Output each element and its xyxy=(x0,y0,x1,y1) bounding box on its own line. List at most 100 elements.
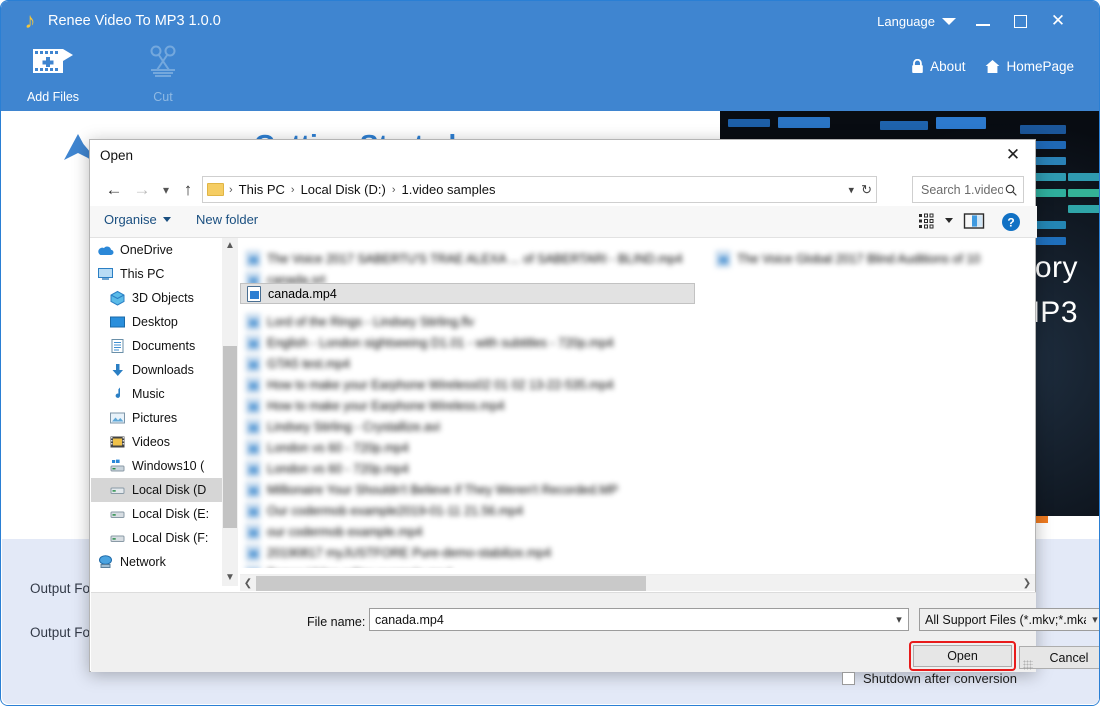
nav-label: Documents xyxy=(132,339,195,353)
chevron-down-icon[interactable]: ▾ xyxy=(848,183,854,196)
open-button-highlight: Open xyxy=(909,641,1016,671)
scroll-up-icon[interactable]: ▲ xyxy=(222,238,238,254)
file-name: canada.mp4 xyxy=(268,287,337,301)
nav-item-local-disk-f[interactable]: Local Disk (F: xyxy=(91,526,222,550)
nav-scrollbar-thumb[interactable] xyxy=(223,346,237,528)
file-type-filter-dropdown[interactable]: All Support Files (*.mkv;*.mka; ▾ xyxy=(919,608,1100,631)
file-name: Millionaire Your Shouldn't Believe if Th… xyxy=(267,483,618,497)
nav-item-desktop[interactable]: Desktop xyxy=(91,310,222,334)
language-selector[interactable]: Language xyxy=(877,9,956,33)
list-item[interactable]: Renee Video editor example.mp4 xyxy=(240,563,1035,568)
arrow-left-icon[interactable]: ← xyxy=(102,178,126,202)
close-icon: ✕ xyxy=(1051,11,1065,30)
nav-item-network[interactable]: Network xyxy=(91,550,222,574)
horizontal-scrollbar-thumb[interactable] xyxy=(256,576,646,591)
chevron-down-icon[interactable]: ▾ xyxy=(1086,613,1100,626)
list-item[interactable]: Our codermob example2019-01-11 21.56.mp4 xyxy=(240,500,1035,521)
shutdown-after-conversion-row[interactable]: Shutdown after conversion xyxy=(842,671,1017,686)
list-item[interactable]: Millionaire Your Shouldn't Believe if Th… xyxy=(240,479,1035,500)
maximize-button[interactable] xyxy=(1007,9,1033,33)
title-row: ♪ Renee Video To MP3 1.0.0 Language ✕ xyxy=(1,1,1100,41)
nav-label: This PC xyxy=(120,267,164,281)
app-titlebar: ♪ Renee Video To MP3 1.0.0 Language ✕ xyxy=(1,1,1100,111)
cut-button[interactable]: Cut xyxy=(115,43,211,104)
new-folder-button[interactable]: New folder xyxy=(196,212,258,227)
list-item[interactable]: London vs 60 - 720p.mp4 xyxy=(240,458,1035,479)
search-input[interactable] xyxy=(919,182,1005,198)
onedrive-icon xyxy=(97,242,114,258)
list-item[interactable]: GTA5 test.mp4 xyxy=(240,353,1035,374)
add-files-button[interactable]: Add Files xyxy=(5,43,101,104)
file-icon xyxy=(246,440,260,456)
downloads-icon xyxy=(109,362,126,378)
nav-item-local-disk-d[interactable]: Local Disk (D xyxy=(91,478,222,502)
search-box[interactable] xyxy=(912,176,1024,203)
list-item[interactable]: How to make your Earphone Wireless02 01 … xyxy=(240,374,1035,395)
nav-item-onedrive[interactable]: OneDrive xyxy=(91,238,222,262)
file-name: How to make your Earphone Wireless.mp4 xyxy=(267,399,505,413)
nav-item-documents[interactable]: Documents xyxy=(91,334,222,358)
file-list-horizontal-scrollbar[interactable]: ❮ ❯ xyxy=(240,574,1035,591)
app-window: ♪ Renee Video To MP3 1.0.0 Language ✕ xyxy=(0,0,1100,706)
scroll-down-icon[interactable]: ▼ xyxy=(222,570,238,586)
file-list[interactable]: The Voice 2017 SABERTU'S TRAE ALEXA ... … xyxy=(240,238,1035,568)
navigation-pane[interactable]: OneDrive This PC 3D Objects Desktop xyxy=(91,238,222,586)
about-link[interactable]: About xyxy=(911,59,965,74)
list-item[interactable]: English - London sightseeing D1.01 - wit… xyxy=(240,332,1035,353)
breadcrumb-item-video-samples[interactable]: 1.video samples xyxy=(399,182,499,197)
refresh-icon[interactable]: ↻ xyxy=(861,182,872,198)
nav-item-local-disk-e[interactable]: Local Disk (E: xyxy=(91,502,222,526)
file-icon xyxy=(246,545,260,561)
list-item[interactable]: How to make your Earphone Wireless.mp4 xyxy=(240,395,1035,416)
organise-button[interactable]: Organise xyxy=(104,212,171,227)
scroll-right-icon[interactable]: ❯ xyxy=(1019,575,1035,592)
breadcrumb-item-local-disk-d[interactable]: Local Disk (D:) xyxy=(298,182,389,197)
file-icon xyxy=(246,335,260,351)
nav-item-pictures[interactable]: Pictures xyxy=(91,406,222,430)
close-button[interactable]: ✕ xyxy=(1045,9,1071,33)
nav-label: Windows10 ( xyxy=(132,459,204,473)
file-name: The Voice 2017 SABERTU'S TRAE ALEXA ... … xyxy=(267,252,683,266)
nav-item-videos[interactable]: Videos xyxy=(91,430,222,454)
help-icon[interactable]: ? xyxy=(1001,212,1021,232)
resize-grip[interactable] xyxy=(1023,660,1033,670)
file-name: GTA5 test.mp4 xyxy=(267,357,350,371)
nav-pane-scrollbar[interactable]: ▲ ▼ xyxy=(222,238,238,586)
chevron-down-icon[interactable]: ▾ xyxy=(890,613,908,626)
shutdown-checkbox[interactable] xyxy=(842,672,855,685)
open-button[interactable]: Open xyxy=(913,645,1012,667)
nav-item-windows10[interactable]: Windows10 ( xyxy=(91,454,222,478)
arrow-right-icon[interactable]: → xyxy=(130,178,154,202)
nav-item-3d-objects[interactable]: 3D Objects xyxy=(91,286,222,310)
list-item[interactable]: London vs 60 - 720p.mp4 xyxy=(240,437,1035,458)
chevron-down-icon[interactable]: ▾ xyxy=(154,178,178,202)
list-item[interactable]: Lord of the Rings - Lindsey Stirling.flv xyxy=(240,311,1035,332)
app-links: About HomePage xyxy=(911,59,1074,74)
preview-pane-icon[interactable] xyxy=(963,211,985,231)
lock-icon xyxy=(911,59,924,74)
documents-icon xyxy=(109,338,126,354)
file-name: English - London sightseeing D1.01 - wit… xyxy=(267,336,614,350)
file-name-combobox[interactable]: ▾ xyxy=(369,608,909,631)
breadcrumb-item-this-pc[interactable]: This PC xyxy=(236,182,288,197)
arrow-up-icon[interactable]: ↑ xyxy=(176,178,200,202)
list-item[interactable]: Lindsey Stirling - Crystallize.avi xyxy=(240,416,1035,437)
list-item[interactable]: our codermob example.mp4 xyxy=(240,521,1035,542)
dialog-close-button[interactable]: ✕ xyxy=(991,140,1035,170)
nav-item-music[interactable]: Music xyxy=(91,382,222,406)
desktop-icon xyxy=(109,314,126,330)
nav-item-this-pc[interactable]: This PC xyxy=(91,262,222,286)
list-item[interactable]: The Voice Global 2017 Blind Auditions of… xyxy=(710,248,1035,269)
list-item-selected[interactable]: canada.mp4 xyxy=(240,283,695,304)
breadcrumb[interactable]: › This PC › Local Disk (D:) › 1.video sa… xyxy=(202,176,877,203)
chevron-down-icon[interactable] xyxy=(945,218,953,223)
file-name-input[interactable] xyxy=(370,612,890,628)
view-options-icon[interactable] xyxy=(917,211,937,231)
nav-item-downloads[interactable]: Downloads xyxy=(91,358,222,382)
minimize-button[interactable] xyxy=(970,9,996,33)
scroll-left-icon[interactable]: ❮ xyxy=(240,575,256,592)
about-label: About xyxy=(930,59,965,74)
file-name: London vs 60 - 720p.mp4 xyxy=(267,441,409,455)
list-item[interactable]: 20190817 myJUSTFORE Pure-demo-stabilize.… xyxy=(240,542,1035,563)
homepage-link[interactable]: HomePage xyxy=(985,59,1074,74)
